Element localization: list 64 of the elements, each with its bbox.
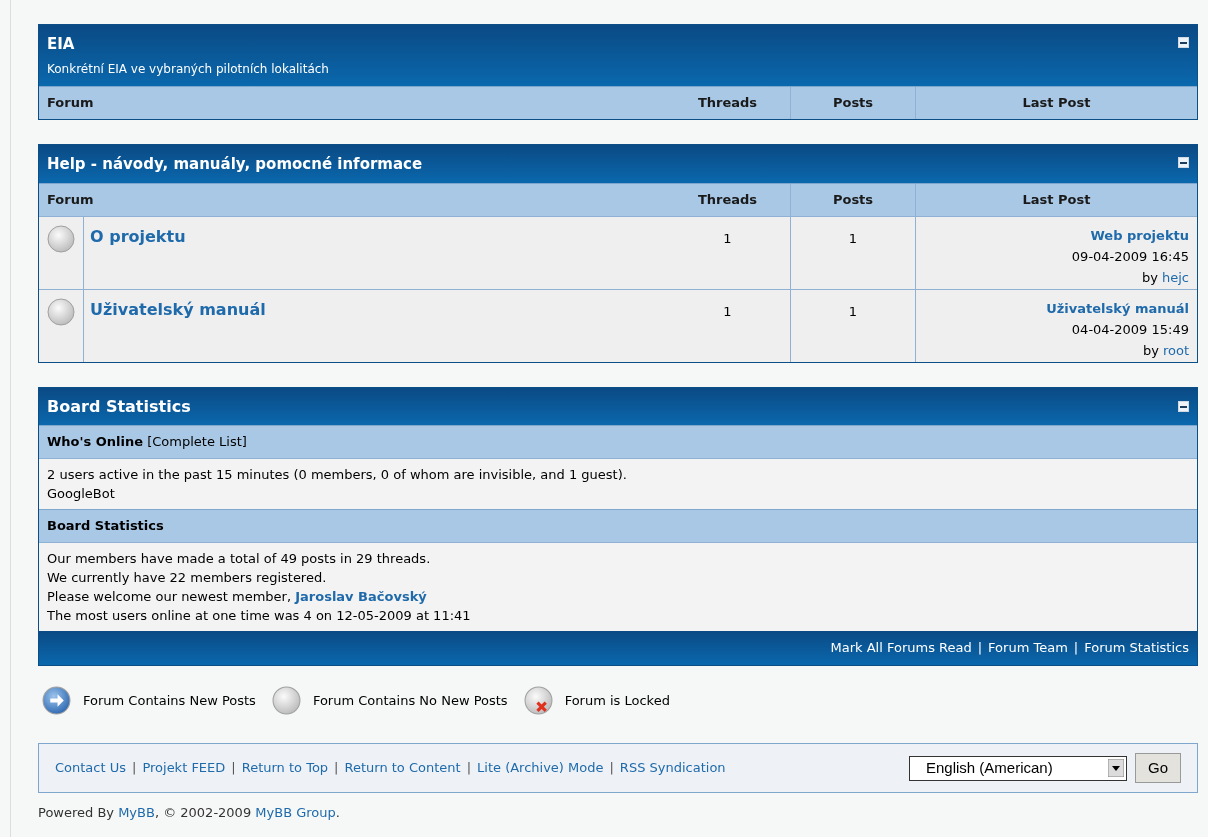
- category-description: Konkrétní EIA ve vybraných pilotních lokalitách: [47, 60, 329, 78]
- last-post-link[interactable]: Web projektu: [1090, 225, 1189, 246]
- legend-label: Forum is Locked: [564, 691, 670, 710]
- arrow-circle-icon: [42, 686, 71, 715]
- forum-title[interactable]: O projektu: [84, 217, 665, 249]
- mybb-link[interactable]: MyBB: [118, 805, 155, 820]
- column-header: Forum: [46, 191, 95, 210]
- footer-link[interactable]: Forum Team: [988, 638, 1068, 658]
- last-post-date: 09-04-2009 16:45: [1071, 248, 1189, 266]
- mybb-link[interactable]: MyBB Group: [255, 805, 336, 820]
- footer-link[interactable]: Return to Content: [344, 758, 461, 778]
- footer-link[interactable]: Contact Us: [55, 758, 126, 778]
- legend-label: Forum Contains No New Posts: [312, 691, 508, 710]
- footer-link[interactable]: Projekt FEED: [142, 758, 226, 778]
- stats-text: Our members have made a total of 49 posts in 29 threads.: [47, 550, 432, 568]
- stats-text: GoogleBot: [47, 485, 116, 503]
- legend-label: Forum Contains New Posts: [83, 691, 256, 710]
- forum-title[interactable]: Uživatelský manuál: [84, 290, 665, 322]
- by-label: by: [1142, 269, 1158, 287]
- link-separator: |: [977, 639, 983, 658]
- go-button[interactable]: Go: [1135, 753, 1181, 783]
- category-title[interactable]: Help - návody, manuály, pomocné informace: [47, 152, 423, 175]
- footer-link[interactable]: RSS Syndication: [619, 758, 726, 778]
- collapse-icon[interactable]: [1178, 401, 1189, 412]
- column-header: Threads: [665, 86, 791, 119]
- column-header: Forum: [46, 93, 95, 112]
- dropdown-arrow-icon[interactable]: [1108, 759, 1124, 777]
- link-separator: |: [334, 759, 339, 778]
- member-link[interactable]: Jaroslav Bačovský: [295, 589, 427, 604]
- link-separator: |: [466, 759, 472, 778]
- last-post-date: 04-04-2009 15:49: [1071, 321, 1189, 339]
- stats-text: 2 users active in the past 15 minutes (0 members, 0 of whom are invisible, and 1 guest).: [47, 466, 628, 484]
- column-header: Posts: [791, 86, 916, 119]
- last-post-link[interactable]: Uživatelský manuál: [1046, 298, 1189, 319]
- link-separator: |: [231, 759, 236, 778]
- column-header: Last Post: [1021, 93, 1092, 112]
- thread-count: 1: [665, 290, 791, 362]
- link-separator: |: [1073, 639, 1079, 658]
- stats-text: Please welcome our newest member, Jaroslav Bačovský: [47, 588, 428, 606]
- stats-text: We currently have 22 members registered.: [47, 569, 328, 587]
- footer-link[interactable]: Mark All Forums Read: [830, 638, 972, 658]
- footer-link[interactable]: Return to Top: [241, 758, 329, 778]
- footer-link[interactable]: Lite (Archive) Mode: [477, 758, 604, 778]
- plain-circle-icon: [47, 298, 75, 326]
- author-link[interactable]: root: [1162, 340, 1189, 361]
- link-separator: |: [132, 759, 137, 778]
- collapse-icon[interactable]: [1178, 37, 1189, 48]
- section-title: Board Statistics: [47, 395, 191, 418]
- plain-circle-icon: [47, 225, 75, 253]
- subsection-heading: Board Statistics: [47, 517, 164, 536]
- by-label: by: [1142, 342, 1159, 360]
- column-header: Last Post: [1021, 191, 1092, 210]
- link-separator: |: [609, 759, 614, 778]
- stats-text: The most users online at one time was 4 on 12-05-2009 at 11:41: [47, 607, 472, 625]
- plain-circle-icon: [271, 686, 301, 715]
- category-title[interactable]: EIA: [47, 33, 329, 56]
- collapse-icon[interactable]: [1178, 156, 1189, 168]
- language-select[interactable]: English (American): [909, 755, 1127, 781]
- powered-by-text: Powered By MyBB, © 2002-2009 MyBB Group.: [38, 805, 340, 820]
- cross-circle-icon: [523, 686, 553, 715]
- author-link[interactable]: hejc: [1162, 267, 1189, 288]
- subsection-heading: Who's Online [Complete List]: [47, 433, 247, 452]
- footer-link[interactable]: Forum Statistics: [1084, 638, 1189, 658]
- post-count: 1: [791, 290, 916, 362]
